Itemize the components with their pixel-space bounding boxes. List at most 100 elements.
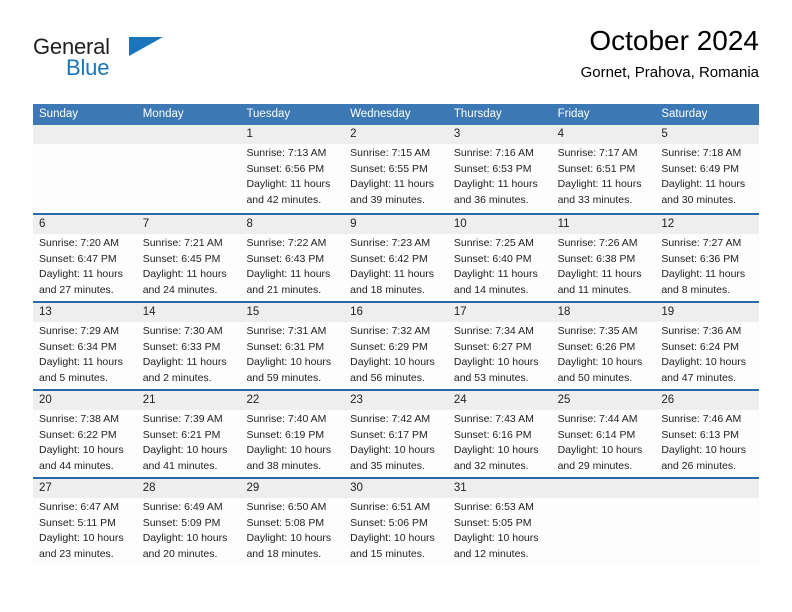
day-number[interactable]: 21: [137, 391, 241, 410]
daylight-text: Daylight: 10 hours and 26 minutes.: [661, 444, 746, 472]
day-number[interactable]: 22: [240, 391, 344, 410]
empty-day-cell: [552, 498, 656, 565]
sunrise-text: Sunrise: 7:32 AM: [350, 325, 431, 337]
day-number[interactable]: 2: [344, 125, 448, 144]
daylight-text: Daylight: 11 hours and 24 minutes.: [142, 268, 227, 296]
calendar-week-row: 27 28 29 30 31 Sunrise: 6:47 AM Sunset: 5:11 P…: [33, 477, 759, 565]
day-number[interactable]: 31: [448, 479, 552, 498]
day-number[interactable]: 16: [344, 303, 448, 322]
daylight-text: Daylight: 10 hours and 32 minutes.: [453, 444, 539, 472]
day-number[interactable]: 25: [552, 391, 656, 410]
day-number[interactable]: 6: [33, 215, 137, 234]
sunrise-text: Sunrise: 7:18 AM: [661, 147, 742, 159]
day-number[interactable]: 23: [344, 391, 448, 410]
empty-day-cell: [33, 144, 137, 211]
day-number[interactable]: 29: [240, 479, 344, 498]
empty-day-cell: [137, 144, 241, 211]
day-number[interactable]: 12: [655, 215, 759, 234]
daylight-text: Daylight: 10 hours and 59 minutes.: [246, 356, 332, 384]
daylight-text: Daylight: 11 hours and 27 minutes.: [39, 268, 123, 296]
day-number[interactable]: 24: [448, 391, 552, 410]
day-cell[interactable]: Sunrise: 7:43 AM Sunset: 6:16 PM Daylight:…: [448, 410, 552, 477]
day-cell[interactable]: Sunrise: 6:53 AM Sunset: 5:05 PM Daylight:…: [448, 498, 552, 565]
day-cell[interactable]: Sunrise: 7:39 AM Sunset: 6:21 PM Daylight:…: [137, 410, 241, 477]
day-cell[interactable]: Sunrise: 7:23 AM Sunset: 6:42 PM Daylight:…: [344, 234, 448, 301]
day-cell[interactable]: Sunrise: 7:18 AM Sunset: 6:49 PM Daylight:…: [655, 144, 759, 211]
day-cell[interactable]: Sunrise: 7:42 AM Sunset: 6:17 PM Daylight:…: [344, 410, 448, 477]
day-cell[interactable]: Sunrise: 7:13 AM Sunset: 6:56 PM Daylight:…: [240, 144, 344, 211]
day-cell[interactable]: Sunrise: 7:44 AM Sunset: 6:14 PM Daylight:…: [552, 410, 656, 477]
brand-logo[interactable]: General Blue: [33, 34, 163, 86]
sunset-text: Sunset: 6:14 PM: [557, 428, 636, 441]
sunrise-text: Sunrise: 7:21 AM: [142, 237, 223, 249]
daylight-text: Daylight: 10 hours and 18 minutes.: [246, 532, 332, 560]
week-detail-band: Sunrise: 7:20 AM Sunset: 6:47 PM Daylight:…: [33, 234, 759, 301]
sunset-text: Sunset: 6:38 PM: [557, 252, 636, 265]
day-cell[interactable]: Sunrise: 7:32 AM Sunset: 6:29 PM Daylight:…: [344, 322, 448, 389]
day-number[interactable]: 9: [344, 215, 448, 234]
calendar-week-row: 6 7 8 9 10 11 12 Sunrise: 7:20 AM Sunset: 6:47 P…: [33, 213, 759, 301]
day-cell[interactable]: Sunrise: 7:16 AM Sunset: 6:53 PM Daylight:…: [448, 144, 552, 211]
day-cell[interactable]: Sunrise: 6:47 AM Sunset: 5:11 PM Daylight:…: [33, 498, 137, 565]
day-cell[interactable]: Sunrise: 7:31 AM Sunset: 6:31 PM Daylight:…: [240, 322, 344, 389]
day-number[interactable]: 15: [240, 303, 344, 322]
day-cell[interactable]: Sunrise: 7:38 AM Sunset: 6:22 PM Daylight:…: [33, 410, 137, 477]
day-cell[interactable]: Sunrise: 7:21 AM Sunset: 6:45 PM Daylight:…: [137, 234, 241, 301]
day-cell[interactable]: Sunrise: 7:26 AM Sunset: 6:38 PM Daylight:…: [552, 234, 656, 301]
day-cell[interactable]: Sunrise: 7:46 AM Sunset: 6:13 PM Daylight:…: [655, 410, 759, 477]
day-number[interactable]: 17: [448, 303, 552, 322]
day-number[interactable]: 1: [240, 125, 344, 144]
day-number[interactable]: 27: [33, 479, 137, 498]
sunset-text: Sunset: 6:45 PM: [142, 252, 221, 265]
day-cell[interactable]: Sunrise: 7:25 AM Sunset: 6:40 PM Daylight:…: [448, 234, 552, 301]
sunset-text: Sunset: 6:40 PM: [453, 252, 532, 265]
day-number[interactable]: 3: [448, 125, 552, 144]
day-number[interactable]: 18: [552, 303, 656, 322]
sunrise-text: Sunrise: 7:42 AM: [350, 413, 431, 425]
day-cell[interactable]: Sunrise: 7:22 AM Sunset: 6:43 PM Daylight:…: [240, 234, 344, 301]
day-cell[interactable]: Sunrise: 6:50 AM Sunset: 5:08 PM Daylight:…: [240, 498, 344, 565]
day-cell[interactable]: Sunrise: 7:30 AM Sunset: 6:33 PM Daylight:…: [137, 322, 241, 389]
day-cell[interactable]: Sunrise: 6:51 AM Sunset: 5:06 PM Daylight:…: [344, 498, 448, 565]
day-cell[interactable]: Sunrise: 7:36 AM Sunset: 6:24 PM Daylight:…: [655, 322, 759, 389]
sunrise-text: Sunrise: 6:49 AM: [142, 501, 223, 513]
day-number[interactable]: 10: [448, 215, 552, 234]
sunset-text: Sunset: 6:16 PM: [453, 428, 532, 441]
sunrise-text: Sunrise: 7:16 AM: [453, 147, 534, 159]
sunset-text: Sunset: 6:24 PM: [661, 340, 739, 353]
calendar-page: General Blue October 2024 Gornet, Prahov…: [0, 0, 792, 612]
day-number[interactable]: 11: [552, 215, 656, 234]
day-number[interactable]: 30: [344, 479, 448, 498]
day-number[interactable]: 5: [655, 125, 759, 144]
sunset-text: Sunset: 6:21 PM: [142, 428, 221, 441]
calendar-week-row: 1 2 3 4 5 Sunrise: 7:13 AM Sunset: 6:56 PM Dayl…: [33, 125, 759, 213]
day-number[interactable]: 7: [137, 215, 241, 234]
day-number[interactable]: 13: [33, 303, 137, 322]
day-cell[interactable]: Sunrise: 7:27 AM Sunset: 6:36 PM Daylight:…: [655, 234, 759, 301]
day-number[interactable]: 8: [240, 215, 344, 234]
week-detail-band: Sunrise: 6:47 AM Sunset: 5:11 PM Daylight:…: [33, 498, 759, 565]
day-number[interactable]: 19: [655, 303, 759, 322]
sunrise-text: Sunrise: 6:51 AM: [350, 501, 431, 513]
day-cell[interactable]: Sunrise: 7:35 AM Sunset: 6:26 PM Daylight:…: [552, 322, 656, 389]
day-cell[interactable]: Sunrise: 7:15 AM Sunset: 6:55 PM Daylight:…: [344, 144, 448, 211]
day-number[interactable]: 28: [137, 479, 241, 498]
day-number[interactable]: 20: [33, 391, 137, 410]
sunrise-text: Sunrise: 6:47 AM: [39, 501, 119, 513]
title-block: October 2024 Gornet, Prahova, Romania: [581, 24, 759, 84]
daylight-text: Daylight: 11 hours and 39 minutes.: [350, 178, 435, 206]
day-cell[interactable]: Sunrise: 7:20 AM Sunset: 6:47 PM Daylight:…: [33, 234, 137, 301]
day-cell[interactable]: Sunrise: 7:17 AM Sunset: 6:51 PM Daylight:…: [552, 144, 656, 211]
empty-day-number: [137, 125, 241, 144]
week-date-band: 6 7 8 9 10 11 12: [33, 215, 759, 234]
day-cell[interactable]: Sunrise: 7:34 AM Sunset: 6:27 PM Daylight:…: [448, 322, 552, 389]
day-cell[interactable]: Sunrise: 6:49 AM Sunset: 5:09 PM Daylight:…: [137, 498, 241, 565]
day-cell[interactable]: Sunrise: 7:40 AM Sunset: 6:19 PM Daylight:…: [240, 410, 344, 477]
sunrise-text: Sunrise: 7:26 AM: [557, 237, 638, 249]
sunset-text: Sunset: 5:09 PM: [142, 516, 221, 529]
day-cell[interactable]: Sunrise: 7:29 AM Sunset: 6:34 PM Daylight:…: [33, 322, 137, 389]
day-number[interactable]: 4: [552, 125, 656, 144]
day-number[interactable]: 26: [655, 391, 759, 410]
sunrise-text: Sunrise: 7:40 AM: [246, 413, 327, 425]
day-number[interactable]: 14: [137, 303, 241, 322]
